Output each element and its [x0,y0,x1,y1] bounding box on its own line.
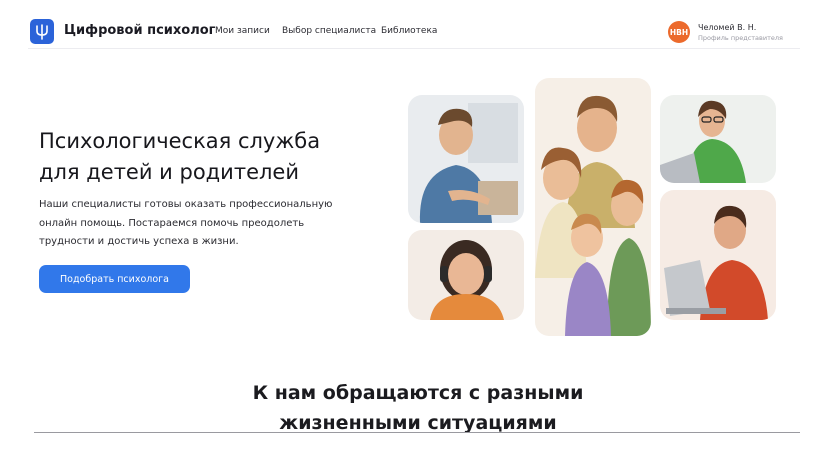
illustration-woman-glasses [660,95,776,183]
situations-heading-line: К нам обращаются с разными [252,382,584,404]
nav-my-appointments[interactable]: Мои записи [215,26,270,36]
header: Цифровой психолог Мои записи Выбор специ… [0,0,836,60]
bottom-divider [34,432,800,433]
hero-description-line: онлайн помощь. Постараемся помочь преодо… [39,217,305,229]
header-divider [28,48,800,49]
find-psychologist-button[interactable]: Подобрать психолога [39,265,190,293]
hero-title: Психологическая служба для детей и родит… [39,126,320,188]
user-role: Профиль представителя [698,34,783,42]
hero-description: Наши специалисты готовы оказать професси… [39,196,359,252]
situations-heading: К нам обращаются с разными жизненными си… [0,378,836,438]
psyche-trident-icon[interactable] [30,19,54,44]
hero-title-line: для детей и родителей [39,160,299,184]
illustration-man-with-laptop [660,190,776,320]
user-name[interactable]: Челомей В. Н. [698,23,756,32]
illustration-man-at-laptop [408,95,524,223]
brand-name[interactable]: Цифровой психолог [64,23,215,38]
nav-choose-specialist[interactable]: Выбор специалиста [282,26,376,36]
nav-library[interactable]: Библиотека [381,26,437,36]
hero-description-line: трудности и достичь успеха в жизни. [39,236,239,247]
illustration-family [535,78,651,336]
user-avatar[interactable]: НВН [668,21,690,43]
illustration-woman-headphones [408,230,524,320]
situations-heading-line: жизненными ситуациями [279,412,557,434]
hero-description-line: Наши специалисты готовы оказать професси… [39,199,333,210]
hero-title-line: Психологическая служба [39,129,321,153]
